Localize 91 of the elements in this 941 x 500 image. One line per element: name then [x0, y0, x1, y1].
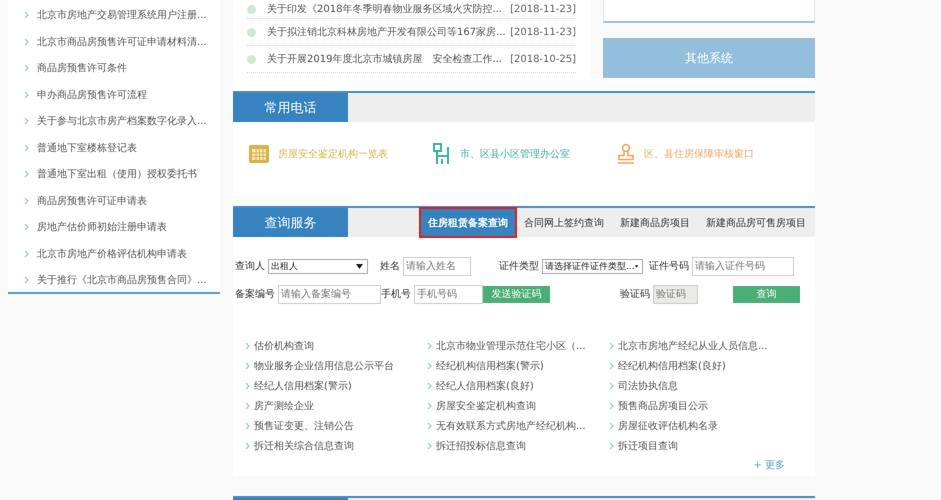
service-link[interactable]: 北京市物业管理示范住宅小区（... [427, 338, 609, 354]
service-link[interactable]: 经纪机构信用档案(良好) [609, 358, 791, 374]
chevron-icon [609, 362, 614, 370]
sidebar-link[interactable]: 商品房预售许可证申请表 [8, 188, 220, 214]
sidebar-link[interactable]: 申办商品房预售许可流程 [8, 82, 220, 108]
news-date: [2018-10-25] [510, 54, 576, 64]
chevron-icon [427, 382, 432, 390]
field-label: 查询人 [234, 260, 265, 273]
section-title: 常用电话 [233, 93, 348, 122]
service-link[interactable]: 预售证变更、注销公告 [245, 418, 427, 434]
chevron-icon [427, 422, 432, 430]
chevron-icon [609, 422, 614, 430]
input-field[interactable]: 请输入备案编号 [278, 284, 381, 304]
chevron-icon [609, 402, 614, 410]
chevron-icon [427, 342, 432, 350]
chevron-icon [24, 276, 29, 284]
query-tab[interactable]: 新建商品房项目 [612, 208, 698, 237]
input-field[interactable]: 请输入姓名 [403, 256, 471, 276]
service-link[interactable]: 拆迁相关综合信息查询 [245, 438, 427, 454]
sidebar-link[interactable]: 普通地下室楼栋登记表 [8, 134, 220, 161]
chevron-icon [24, 223, 29, 232]
sidebar-link[interactable]: 关于推行《北京市商品房预售合同》... [8, 267, 220, 294]
section-title: 查询服务 [233, 208, 348, 237]
chevron-icon [245, 422, 250, 430]
chevron-icon [24, 117, 29, 126]
field-label: 姓名 [379, 260, 400, 273]
field-label: 备案编号 [234, 288, 275, 301]
input-field[interactable]: 手机号码 [414, 284, 483, 304]
chevron-icon [24, 170, 29, 178]
chevron-icon [24, 11, 29, 20]
sidebar-link[interactable]: 北京市商品房预售许可证申请材料清... [8, 28, 220, 55]
chevron-icon [427, 362, 432, 370]
news-link[interactable]: 关于印发《2018年冬季明春物业服务区域火灾防控... [267, 2, 510, 16]
chevron-icon [427, 442, 432, 450]
chevron-icon [609, 382, 614, 390]
chevron-icon [24, 90, 29, 99]
service-link[interactable]: 房屋安全鉴定机构查询 [427, 398, 609, 414]
chevron-icon [24, 38, 29, 46]
service-link[interactable]: 北京市房地产经纪从业人员信息... [609, 338, 791, 354]
service-link[interactable]: 经纪机构信用档案(警示) [427, 358, 609, 374]
query-tab[interactable]: 合同网上签约查询 [516, 208, 612, 237]
caret-icon [634, 264, 638, 268]
bullet-icon [247, 28, 256, 36]
chevron-icon [245, 402, 250, 410]
stamp-icon [616, 143, 636, 165]
sidebar-link[interactable]: 关于参与北京市房产档案数字化录入... [8, 108, 220, 134]
service-link[interactable]: 经纪人信用档案(良好) [427, 378, 609, 394]
caret-icon [356, 264, 363, 268]
input-field[interactable]: 请输入证件号码 [692, 256, 794, 276]
query-tab[interactable]: 新建商品房可售房项目 [698, 208, 814, 237]
sidebar-link[interactable]: 商品房预售许可条件 [8, 55, 220, 82]
service-link[interactable]: 拆迁项目查询 [609, 438, 791, 454]
service-link[interactable]: 物业服务企业信用信息公示平台 [245, 358, 427, 374]
chevron-icon [245, 342, 250, 350]
chevron-icon [24, 144, 29, 152]
field-label: 手机号 [381, 288, 411, 301]
dropdown[interactable]: 出租人 [268, 258, 368, 274]
field-label: 验证码 [619, 288, 650, 301]
chevron-icon [609, 442, 614, 450]
sidebar-link[interactable]: 房地产估价师初始注册申请表 [8, 214, 220, 240]
bullet-icon [247, 4, 256, 14]
service-link[interactable]: 拆迁招投标信息查询 [427, 438, 609, 454]
service-link[interactable]: 房产测绘企业 [245, 398, 427, 414]
service-link[interactable]: 经纪人信用档案(警示) [245, 378, 427, 394]
query-tab[interactable]: 住房租赁备案查询 [420, 208, 516, 237]
news-link[interactable]: 关于拟注销北京科林房地产开发有限公司等167家房... [267, 25, 510, 39]
news-date: [2018-11-23] [510, 4, 576, 14]
service-link[interactable]: 估价机构查询 [245, 338, 427, 354]
chevron-icon [24, 196, 29, 205]
chevron-icon [427, 402, 432, 410]
calendar-icon [248, 144, 270, 164]
chevron-icon [245, 382, 250, 390]
dropdown[interactable]: 请选择证件证件类型... [542, 258, 643, 274]
chevron-icon [609, 342, 614, 350]
chevron-icon [24, 64, 29, 72]
field-label: 证件类型 [499, 260, 539, 273]
service-link[interactable]: 无有效联系方式房地产经纪机构... [427, 418, 609, 434]
chevron-icon [245, 362, 250, 370]
chevron-icon [24, 250, 29, 258]
sidebar-link[interactable]: 北京市房地产交易管理系统用户注册... [8, 2, 220, 28]
service-link[interactable]: 房屋征收评估机构名录 [609, 418, 791, 434]
field-label: 证件号码 [649, 260, 689, 273]
service-link[interactable]: 司法协执信息 [609, 378, 791, 394]
chevron-icon [245, 442, 250, 450]
news-date: [2018-11-23] [510, 26, 576, 38]
service-link[interactable]: 预售商品房项目公示 [609, 398, 791, 414]
building-icon [432, 143, 452, 165]
sidebar-link[interactable]: 北京市房地产价格评估机构申请表 [8, 240, 220, 267]
sidebar-link[interactable]: 普通地下室出租（使用）授权委托书 [8, 161, 220, 188]
bullet-icon [247, 54, 256, 64]
news-link[interactable]: 关于开展2019年度北京市城镇房屋 安全检查工作... [267, 52, 510, 66]
